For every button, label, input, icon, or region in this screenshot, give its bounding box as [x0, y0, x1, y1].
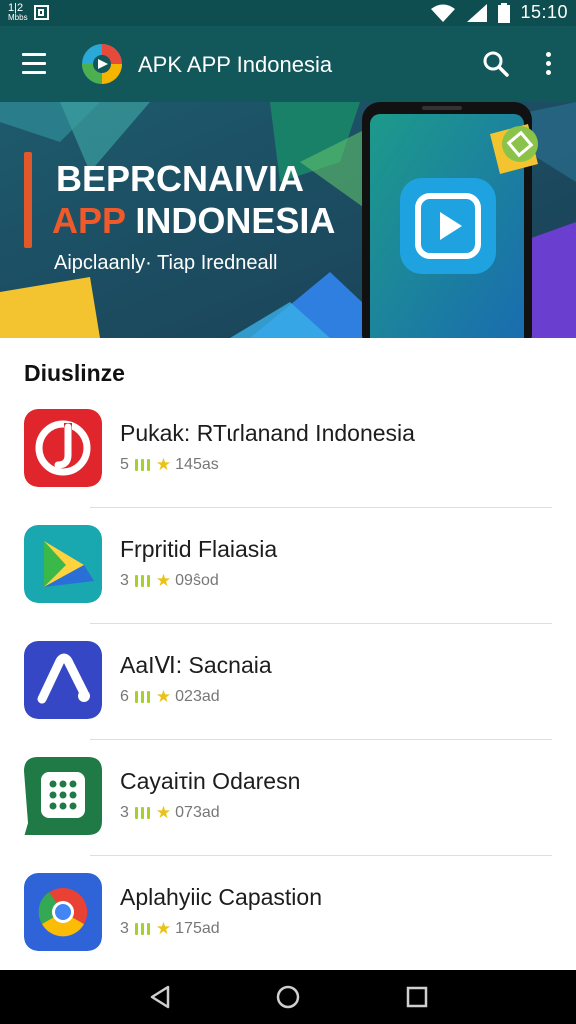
more-vert-icon[interactable] [530, 780, 550, 810]
app-list: Pukak: RTɩɾlanand Indonesia 5 ★ 145as Fr… [0, 392, 576, 972]
app-name: Cayaiτin Odaresn [120, 768, 301, 794]
promo-banner[interactable]: BEPRCNAIVIA APP INDONESIA Aipclaanly· Ti… [0, 102, 576, 338]
app-logo-icon [82, 44, 122, 84]
app-size: 175ad [175, 920, 220, 937]
banner-heading-accent: APP [52, 200, 126, 241]
red-music-icon [24, 409, 102, 487]
app-meta: 3 ★ 175ad [120, 920, 220, 938]
star-icon: ★ [155, 687, 172, 706]
rating-bars-icon [134, 575, 150, 587]
app-rating: 3 [120, 920, 129, 937]
rating-bars-icon [134, 459, 150, 471]
list-item[interactable]: Frpritid Flaiasia 3 ★ 09ŝod [0, 508, 576, 624]
status-left-bottom-text: Mbbs [8, 13, 28, 22]
rating-bars-icon [134, 691, 150, 703]
search-icon[interactable] [482, 50, 510, 78]
status-time: 15:10 [520, 2, 568, 22]
banner-heading-rest: INDONESIA [125, 200, 336, 241]
app-size: 073ad [175, 804, 220, 821]
app-rating: 3 [120, 572, 129, 589]
app-meta: 3 ★ 073ad [120, 804, 220, 822]
more-vert-icon[interactable] [530, 548, 550, 578]
app-meta: 6 ★ 023ad [120, 688, 220, 706]
star-icon: ★ [155, 803, 172, 822]
list-item[interactable]: AaIⅥ: Sacnaia 6 ★ 023ad [0, 624, 576, 740]
blue-lambda-icon [24, 641, 102, 719]
status-left-label: 1|2 Mbbs [8, 3, 28, 22]
menu-icon[interactable] [22, 53, 48, 75]
app-rating: 3 [120, 804, 129, 821]
green-grid-icon [24, 757, 102, 835]
app-size: 09ŝod [175, 572, 219, 589]
list-item[interactable]: Aplahyiic Capastion 3 ★ 175ad [0, 856, 576, 972]
banner-subtitle: Aipclaanly· Tiap Iredneall [54, 252, 278, 274]
banner-heading-line2: APP INDONESIA [52, 200, 335, 242]
list-item[interactable]: Pukak: RTɩɾlanand Indonesia 5 ★ 145as [0, 392, 576, 508]
teal-triangle-icon [24, 525, 102, 603]
list-item[interactable]: Cayaiτin Odaresn 3 ★ 073ad [0, 740, 576, 856]
tag-badge-icon [490, 124, 538, 174]
status-bar: 1|2 Mbbs 15:10 [0, 0, 576, 26]
app-name: Aplahyiic Capastion [120, 884, 323, 910]
app-size: 023ad [175, 688, 220, 705]
sim-icon [33, 5, 49, 20]
app-meta: 5 ★ 145as [120, 456, 219, 474]
signal-icon [467, 3, 488, 22]
app-title: APK APP Indonesia [138, 52, 333, 77]
app-name: AaIⅥ: Sacnaia [120, 652, 272, 678]
star-icon: ★ [155, 919, 172, 938]
star-icon: ★ [155, 571, 172, 590]
recents-icon[interactable] [403, 983, 431, 1011]
app-rating: 5 [120, 456, 129, 473]
app-bar: APK APP Indonesia [0, 26, 576, 102]
navigation-bar [0, 970, 576, 1024]
rating-bars-icon [134, 807, 150, 819]
app-meta: 3 ★ 09ŝod [120, 572, 219, 590]
home-icon[interactable] [274, 983, 302, 1011]
app-name: Frpritid Flaiasia [120, 536, 278, 562]
more-vert-icon[interactable] [530, 432, 550, 462]
app-size: 145as [175, 456, 219, 473]
app-rating: 6 [120, 688, 129, 705]
star-icon: ★ [155, 455, 172, 474]
wifi-icon [431, 4, 456, 22]
play-icon [400, 178, 496, 274]
back-icon[interactable] [146, 983, 174, 1011]
rating-bars-icon [134, 923, 150, 935]
more-vert-icon[interactable] [538, 52, 558, 78]
banner-accent-bar [24, 152, 32, 248]
banner-heading-line1: BEPRCNAIVIA [56, 158, 305, 199]
app-name: Pukak: RTɩɾlanand Indonesia [120, 420, 415, 446]
more-vert-icon[interactable] [530, 664, 550, 694]
more-vert-icon[interactable] [530, 896, 550, 926]
section-title: Diuslinze [24, 360, 125, 386]
battery-icon [498, 2, 511, 23]
chrome-icon [24, 873, 102, 951]
